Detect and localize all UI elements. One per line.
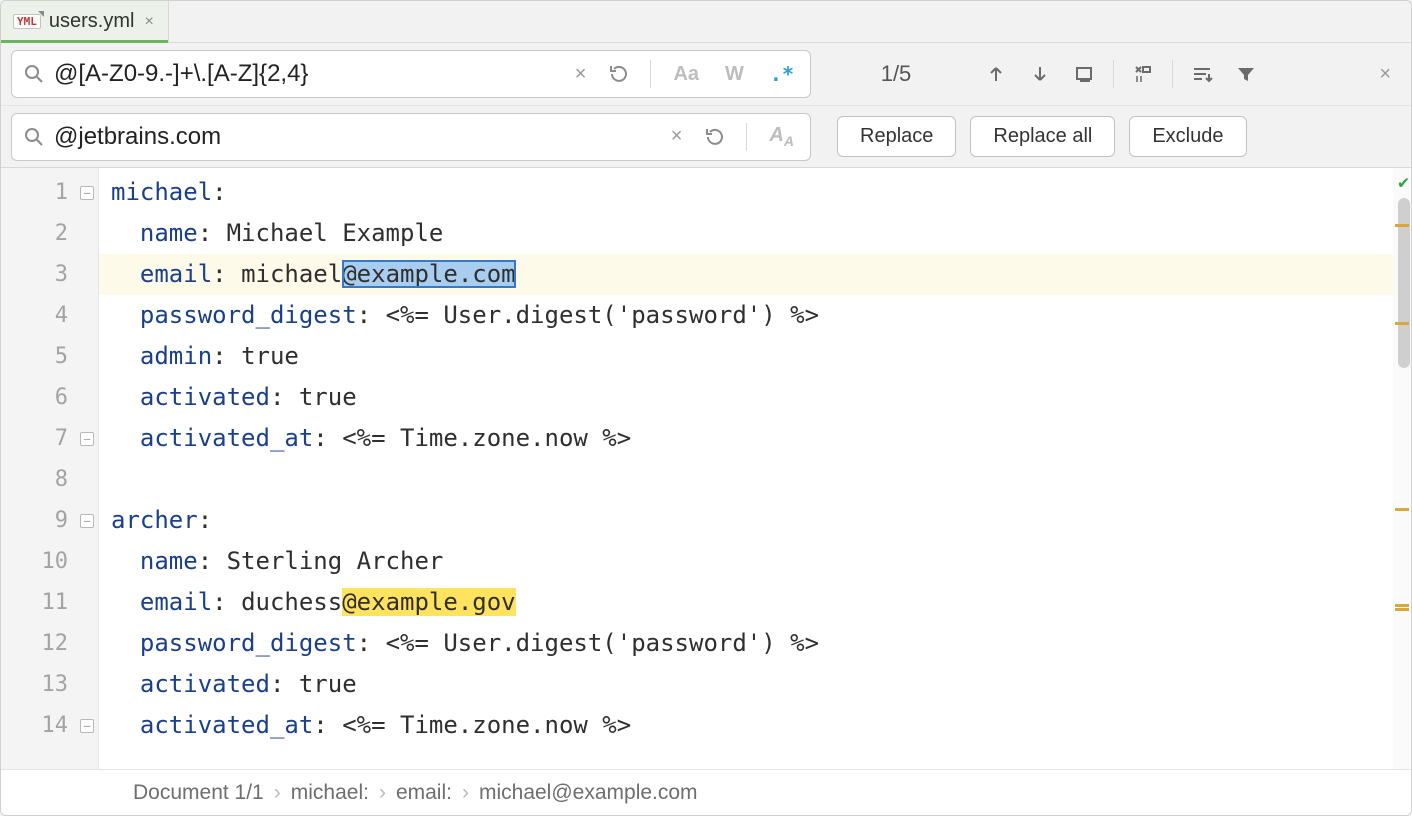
breadcrumb-doc[interactable]: Document 1/1 xyxy=(133,781,264,805)
find-marker[interactable] xyxy=(1395,608,1409,611)
line-number[interactable]: 12 xyxy=(1,623,98,664)
line-number[interactable]: 6 xyxy=(1,377,98,418)
yaml-file-icon: YML xyxy=(13,14,41,29)
find-toolbar: 1/5 xyxy=(821,55,1411,93)
separator xyxy=(1172,60,1173,88)
line-number[interactable]: 7– xyxy=(1,418,98,459)
code-line[interactable] xyxy=(99,459,1411,500)
code-line[interactable]: name: Michael Example xyxy=(99,213,1411,254)
tab-title: users.yml xyxy=(49,10,135,33)
find-marker[interactable] xyxy=(1395,508,1409,511)
line-number[interactable]: 1– xyxy=(1,172,98,213)
find-field-wrap: × Aa W .* xyxy=(11,50,811,98)
code-line[interactable]: password_digest: <%= User.digest('passwo… xyxy=(99,295,1411,336)
search-settings-icon[interactable] xyxy=(1183,55,1221,93)
preserve-case-toggle[interactable]: AA xyxy=(761,124,802,149)
select-all-occurrences-icon[interactable] xyxy=(1065,55,1103,93)
line-number[interactable]: 10 xyxy=(1,541,98,582)
find-marker[interactable] xyxy=(1395,224,1409,227)
search-icon xyxy=(24,64,44,84)
filter-icon[interactable] xyxy=(1227,55,1265,93)
code-line[interactable]: admin: true xyxy=(99,336,1411,377)
code-line[interactable]: michael: xyxy=(99,172,1411,213)
line-number[interactable]: 11 xyxy=(1,582,98,623)
code-line[interactable]: activated: true xyxy=(99,377,1411,418)
editor[interactable]: 1–234567–89–1011121314– michael: name: M… xyxy=(1,168,1411,769)
chevron-right-icon: › xyxy=(274,781,281,805)
breadcrumb-item[interactable]: email: xyxy=(396,781,452,805)
replace-field-wrap: × AA xyxy=(11,113,811,161)
match-counter: 1/5 xyxy=(821,61,971,87)
chevron-right-icon: › xyxy=(379,781,386,805)
line-number[interactable]: 14– xyxy=(1,705,98,746)
line-number[interactable]: 5 xyxy=(1,336,98,377)
line-number[interactable]: 9– xyxy=(1,500,98,541)
separator xyxy=(746,123,747,151)
multiline-toggle-icon[interactable] xyxy=(1124,55,1162,93)
code-line[interactable]: archer: xyxy=(99,500,1411,541)
line-number[interactable]: 2 xyxy=(1,213,98,254)
line-number[interactable]: 13 xyxy=(1,664,98,705)
tab-users-yml[interactable]: YML users.yml × xyxy=(1,1,169,42)
code-line[interactable]: activated_at: <%= Time.zone.now %> xyxy=(99,705,1411,746)
clear-replace-icon[interactable]: × xyxy=(665,125,689,148)
separator xyxy=(1113,60,1114,88)
find-replace-panel: × Aa W .* 1/5 xyxy=(1,43,1411,168)
find-marker[interactable] xyxy=(1395,322,1409,325)
replace-buttons: Replace Replace all Exclude xyxy=(821,116,1247,157)
tab-bar: YML users.yml × xyxy=(1,1,1411,43)
clear-find-icon[interactable]: × xyxy=(569,63,593,86)
replace-button[interactable]: Replace xyxy=(837,116,956,157)
marker-strip[interactable]: ✔ xyxy=(1393,168,1411,769)
replace-history-icon[interactable] xyxy=(698,126,732,148)
code-area[interactable]: michael: name: Michael Example email: mi… xyxy=(99,168,1411,769)
fold-icon[interactable]: – xyxy=(80,432,94,446)
find-marker[interactable] xyxy=(1395,604,1409,607)
line-number[interactable]: 8 xyxy=(1,459,98,500)
next-match-icon[interactable] xyxy=(1021,55,1059,93)
code-line[interactable]: email: duchess@example.gov xyxy=(99,582,1411,623)
prev-match-icon[interactable] xyxy=(977,55,1015,93)
code-line[interactable]: activated: true xyxy=(99,664,1411,705)
replace-all-button[interactable]: Replace all xyxy=(970,116,1115,157)
close-tab-icon[interactable]: × xyxy=(142,13,155,31)
line-number[interactable]: 4 xyxy=(1,295,98,336)
breadcrumb[interactable]: Document 1/1 › michael: › email: › micha… xyxy=(1,769,1411,815)
whole-words-toggle[interactable]: W xyxy=(717,63,752,86)
find-input[interactable] xyxy=(54,60,559,88)
fold-icon[interactable]: – xyxy=(80,719,94,733)
code-line[interactable]: password_digest: <%= User.digest('passwo… xyxy=(99,623,1411,664)
find-history-icon[interactable] xyxy=(602,63,636,85)
code-line[interactable]: name: Sterling Archer xyxy=(99,541,1411,582)
replace-icon xyxy=(24,127,44,147)
close-panel-icon[interactable]: × xyxy=(1373,63,1397,86)
code-line[interactable]: email: michael@example.com xyxy=(99,254,1411,295)
replace-input[interactable] xyxy=(54,123,655,151)
inspection-ok-icon[interactable]: ✔ xyxy=(1398,172,1409,193)
fold-icon[interactable]: – xyxy=(80,514,94,528)
chevron-right-icon: › xyxy=(462,781,469,805)
regex-toggle[interactable]: .* xyxy=(762,62,802,86)
match-case-toggle[interactable]: Aa xyxy=(665,63,707,86)
gutter[interactable]: 1–234567–89–1011121314– xyxy=(1,168,99,769)
fold-icon[interactable]: – xyxy=(80,186,94,200)
ide-window: YML users.yml × × Aa W .* 1/5 xyxy=(0,0,1412,816)
separator xyxy=(650,60,651,88)
code-line[interactable]: activated_at: <%= Time.zone.now %> xyxy=(99,418,1411,459)
exclude-button[interactable]: Exclude xyxy=(1129,116,1246,157)
breadcrumb-item[interactable]: michael@example.com xyxy=(479,781,698,805)
breadcrumb-item[interactable]: michael: xyxy=(291,781,369,805)
line-number[interactable]: 3 xyxy=(1,254,98,295)
